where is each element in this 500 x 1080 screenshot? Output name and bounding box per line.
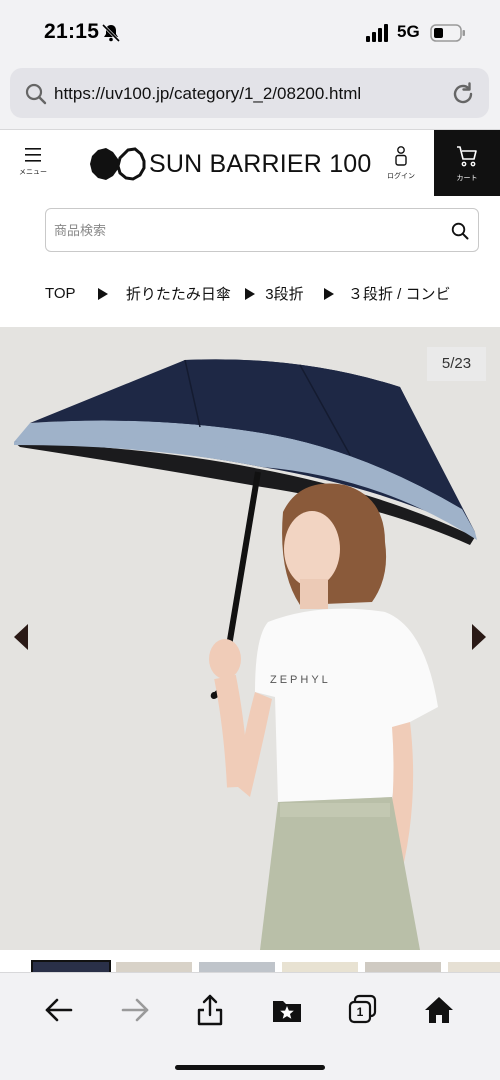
back-icon[interactable] — [42, 993, 76, 1027]
shirt-print-text: ZEPHYL — [270, 674, 331, 686]
login-label: ログイン — [387, 173, 415, 180]
cart-label: カート — [456, 175, 478, 182]
breadcrumb-arrow-icon — [245, 287, 256, 300]
battery-icon — [430, 24, 465, 42]
network-label: 5G — [397, 22, 420, 41]
breadcrumb-current: ３段折 / コンビ — [347, 286, 451, 303]
menu-label: メニュー — [19, 169, 47, 176]
tabs-button[interactable]: 1 — [346, 993, 380, 1027]
thumbnail[interactable] — [31, 960, 111, 972]
thumbnail[interactable] — [448, 962, 500, 972]
product-image-carousel[interactable]: ZEPHYL 5/23 — [0, 327, 500, 950]
search-icon — [25, 83, 47, 105]
user-icon — [395, 146, 407, 166]
reload-icon[interactable] — [450, 81, 476, 107]
bell-slash-icon — [101, 23, 121, 43]
breadcrumb-folding-parasol[interactable]: 折りたたみ日傘 — [126, 283, 231, 304]
sun-barrier-logo-mark — [90, 147, 146, 181]
browser-address-area: https://uv100.jp/category/1_2/08200.html — [0, 64, 500, 130]
browser-toolbar: 1 — [0, 972, 500, 1080]
login-button[interactable]: ログイン — [382, 146, 420, 192]
site-logo[interactable]: SUN BARRIER 100 — [88, 146, 371, 182]
status-time: 21:15 — [44, 20, 100, 43]
tabs-count: 1 — [356, 1005, 364, 1019]
product-search-input[interactable] — [54, 219, 434, 241]
thumbnail[interactable] — [116, 962, 192, 972]
breadcrumb-3fold[interactable]: 3段折 — [265, 283, 303, 304]
cart-icon — [457, 146, 477, 167]
status-bar: 21:15 5G — [0, 0, 500, 64]
product-search-box — [45, 208, 479, 252]
bookmarks-icon[interactable] — [270, 993, 304, 1027]
breadcrumb: TOP 折りたたみ日傘 3段折 ３段折 / コンビ — [45, 283, 485, 305]
breadcrumb-arrow-icon — [323, 287, 334, 300]
thumbnail[interactable] — [199, 962, 275, 972]
signal-icon — [366, 24, 388, 42]
image-counter: 5/23 — [427, 347, 486, 381]
home-indicator — [175, 1065, 325, 1070]
cart-button[interactable]: カート — [434, 130, 500, 196]
product-photo — [0, 327, 500, 950]
hamburger-menu-icon — [25, 148, 41, 162]
search-icon[interactable] — [450, 221, 470, 241]
site-header: メニュー SUN BARRIER 100 ログイン カート — [0, 130, 500, 196]
thumbnail-strip — [0, 950, 500, 972]
forward-icon[interactable] — [118, 993, 152, 1027]
address-bar[interactable]: https://uv100.jp/category/1_2/08200.html — [10, 68, 489, 118]
thumbnail[interactable] — [365, 962, 441, 972]
logo-text: SUN BARRIER 100 — [149, 150, 372, 178]
next-arrow-icon[interactable] — [470, 622, 488, 652]
address-url[interactable]: https://uv100.jp/category/1_2/08200.html — [54, 84, 361, 104]
prev-arrow-icon[interactable] — [12, 622, 30, 652]
breadcrumb-top[interactable]: TOP — [45, 285, 76, 302]
breadcrumb-arrow-icon — [97, 287, 108, 300]
menu-button[interactable]: メニュー — [12, 148, 54, 192]
share-icon[interactable] — [193, 993, 227, 1027]
home-icon[interactable] — [422, 993, 456, 1027]
thumbnail[interactable] — [282, 962, 358, 972]
